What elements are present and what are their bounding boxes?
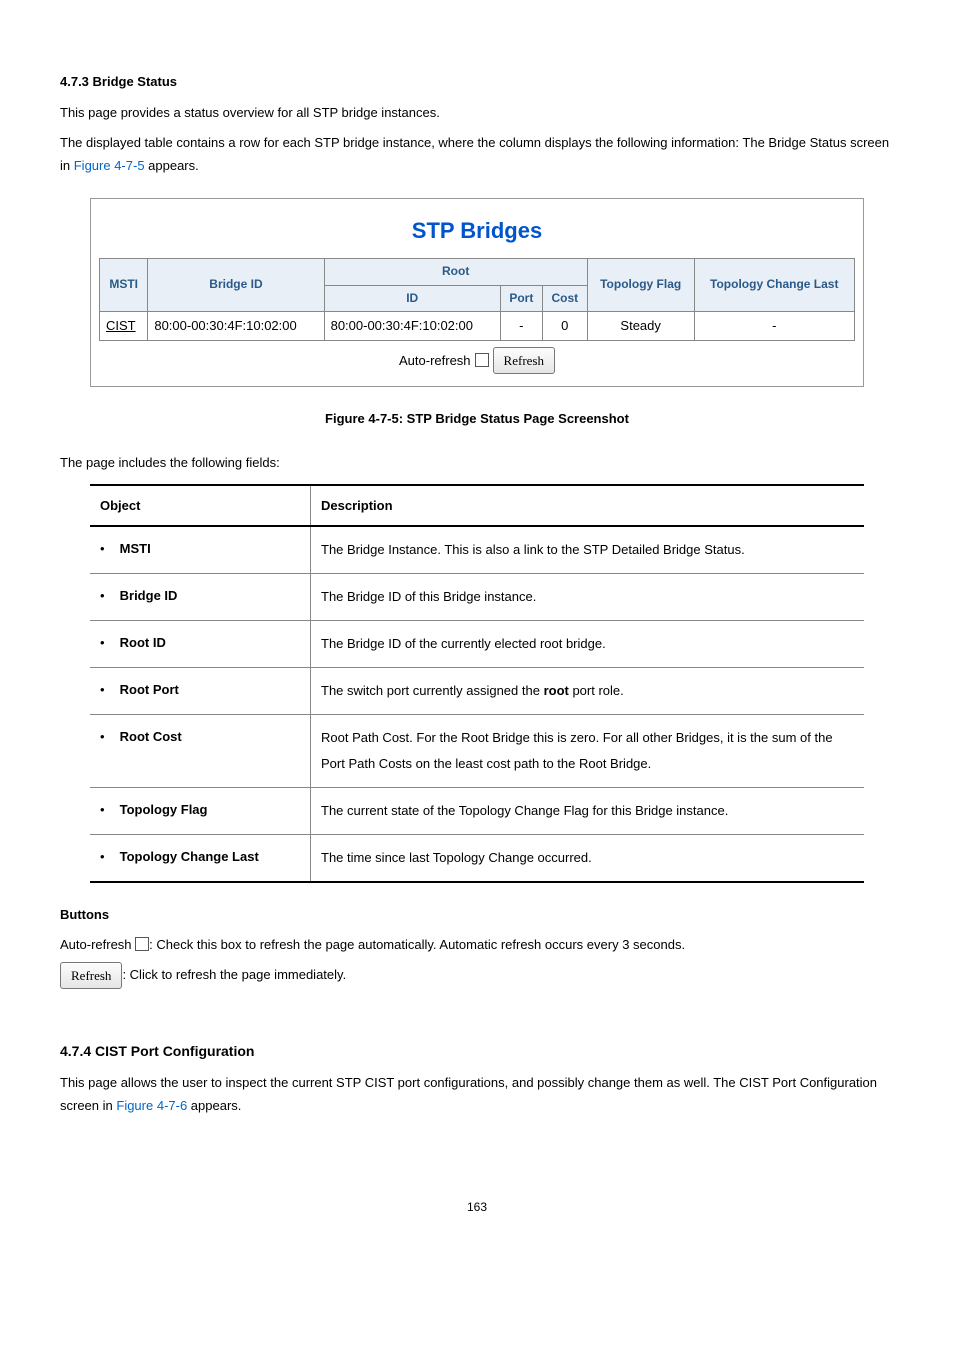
refresh-button[interactable]: Refresh — [493, 347, 555, 374]
fields-desc-pre: Root Path Cost. For the Root Bridge this… — [321, 730, 833, 771]
next-section-paragraph: This page allows the user to inspect the… — [60, 1071, 894, 1118]
fields-object-label: Topology Flag — [120, 802, 208, 817]
fields-table: Object Description • MSTI The Bridge Inst… — [90, 484, 864, 883]
auto-refresh-label: Auto-refresh — [399, 349, 471, 372]
col-bridge-id: Bridge ID — [148, 259, 324, 312]
fields-object-cell: • Root ID — [90, 621, 311, 668]
fields-object-label: Root Port — [120, 682, 179, 697]
cell-topology-flag: Steady — [587, 312, 694, 340]
fields-description-cell: The time since last Topology Change occu… — [311, 835, 865, 883]
fields-desc-pre: The time since last Topology Change occu… — [321, 850, 592, 865]
fields-description-cell: The current state of the Topology Change… — [311, 788, 865, 835]
fields-object-label: Root Cost — [120, 729, 182, 744]
figure-caption-prefix: Figure 4-7-5: — [325, 411, 403, 426]
fields-object-cell: • Root Cost — [90, 715, 311, 788]
fields-desc-pre: The Bridge ID of the currently elected r… — [321, 636, 606, 651]
fields-desc-pre: The current state of the Topology Change… — [321, 803, 728, 818]
col-root-port: Port — [500, 285, 542, 312]
fields-intro: The page includes the following fields: — [60, 451, 894, 474]
fields-row: • Root ID The Bridge ID of the currently … — [90, 621, 864, 668]
fields-desc-strong: root — [544, 683, 569, 698]
table-row: CIST 80:00-00:30:4F:10:02:00 80:00-00:30… — [100, 312, 855, 340]
cell-bridge-id: 80:00-00:30:4F:10:02:00 — [148, 312, 324, 340]
figure-link[interactable]: Figure 4-7-5 — [74, 158, 145, 173]
figure-frame: STP Bridges MSTI Bridge ID Root Topology… — [90, 198, 864, 388]
fields-col-description: Description — [311, 485, 865, 526]
next-p-b: appears. — [187, 1098, 241, 1113]
figure-caption-text: STP Bridge Status Page Screenshot — [403, 411, 629, 426]
bullet-icon: • — [100, 678, 116, 701]
fields-row: • Bridge ID The Bridge ID of this Bridge … — [90, 574, 864, 621]
auto-refresh-help-b: : Check this box to refresh the page aut… — [149, 937, 685, 952]
col-topology-flag: Topology Flag — [587, 259, 694, 312]
fields-object-cell: • Topology Change Last — [90, 835, 311, 883]
bullet-icon: • — [100, 631, 116, 654]
cell-msti[interactable]: CIST — [100, 312, 148, 340]
buttons-heading: Buttons — [60, 903, 894, 926]
cell-root-id: 80:00-00:30:4F:10:02:00 — [324, 312, 500, 340]
fields-col-object: Object — [90, 485, 311, 526]
fields-object-cell: • Bridge ID — [90, 574, 311, 621]
fields-description-cell: Root Path Cost. For the Root Bridge this… — [311, 715, 865, 788]
col-msti: MSTI — [100, 259, 148, 312]
intro-paragraph-1: This page provides a status overview for… — [60, 101, 894, 124]
bullet-icon: • — [100, 584, 116, 607]
fields-object-label: MSTI — [120, 541, 151, 556]
bullet-icon: • — [100, 537, 116, 560]
bullet-icon: • — [100, 798, 116, 821]
fields-desc-post: port role. — [569, 683, 624, 698]
fields-description-cell: The Bridge ID of this Bridge instance. — [311, 574, 865, 621]
refresh-button-inline[interactable]: Refresh — [60, 962, 122, 989]
checkbox-icon — [135, 937, 149, 951]
fields-object-cell: • MSTI — [90, 526, 311, 574]
cell-root-port: - — [500, 312, 542, 340]
auto-refresh-checkbox[interactable] — [475, 353, 489, 367]
section-heading: 4.7.3 Bridge Status — [60, 70, 894, 93]
cell-root-cost: 0 — [542, 312, 587, 340]
col-root: Root — [324, 259, 587, 286]
fields-row: • Topology Flag The current state of the … — [90, 788, 864, 835]
col-root-cost: Cost — [542, 285, 587, 312]
fields-object-label: Bridge ID — [120, 588, 178, 603]
fields-row: • MSTI The Bridge Instance. This is also … — [90, 526, 864, 574]
intro-p2-b: appears. — [145, 158, 199, 173]
next-figure-link[interactable]: Figure 4-7-6 — [116, 1098, 187, 1113]
fields-desc-pre: The switch port currently assigned the — [321, 683, 544, 698]
cell-topology-change: - — [694, 312, 854, 340]
fields-row: • Root CostRoot Path Cost. For the Root … — [90, 715, 864, 788]
fields-row: • Root PortThe switch port currently ass… — [90, 668, 864, 715]
bullet-icon: • — [100, 725, 116, 748]
fields-desc-pre: The Bridge ID of this Bridge instance. — [321, 589, 536, 604]
stp-table: MSTI Bridge ID Root Topology Flag Topolo… — [99, 258, 855, 341]
figure-title: STP Bridges — [99, 211, 855, 251]
fields-description-cell: The Bridge ID of the currently elected r… — [311, 621, 865, 668]
bullet-icon: • — [100, 845, 116, 868]
page-number: 163 — [60, 1197, 894, 1219]
col-topology-change-last: Topology Change Last — [694, 259, 854, 312]
fields-description-cell: The switch port currently assigned the r… — [311, 668, 865, 715]
refresh-help: Refresh: Click to refresh the page immed… — [60, 962, 894, 989]
fields-object-label: Root ID — [120, 635, 166, 650]
fields-object-label: Topology Change Last — [120, 849, 259, 864]
auto-refresh-row: Auto-refresh Refresh — [99, 347, 855, 374]
auto-refresh-help-a: Auto-refresh — [60, 937, 135, 952]
col-root-id: ID — [324, 285, 500, 312]
next-section-heading: 4.7.4 CIST Port Configuration — [60, 1039, 894, 1064]
fields-description-cell: The Bridge Instance. This is also a link… — [311, 526, 865, 574]
intro-paragraph-2: The displayed table contains a row for e… — [60, 131, 894, 178]
auto-refresh-help: Auto-refresh : Check this box to refresh… — [60, 933, 894, 956]
fields-desc-pre: The Bridge Instance. This is also a link… — [321, 542, 745, 557]
figure-caption: Figure 4-7-5: STP Bridge Status Page Scr… — [60, 407, 894, 430]
fields-row: • Topology Change Last The time since las… — [90, 835, 864, 883]
refresh-help-text: : Click to refresh the page immediately. — [122, 967, 346, 982]
fields-object-cell: • Topology Flag — [90, 788, 311, 835]
fields-object-cell: • Root Port — [90, 668, 311, 715]
